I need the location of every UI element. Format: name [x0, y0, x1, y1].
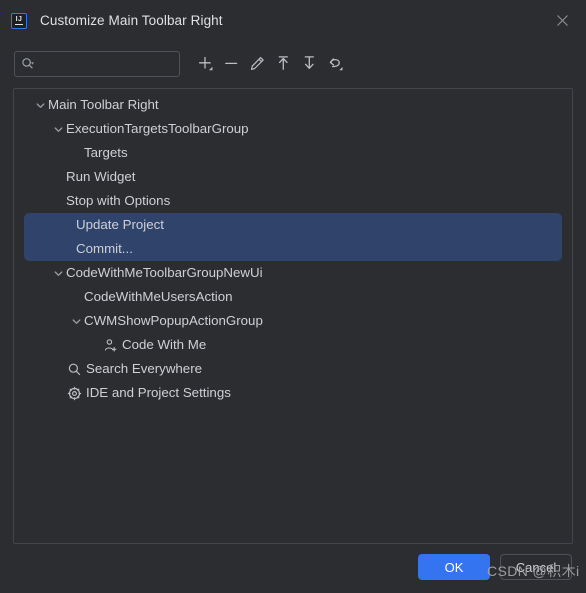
dialog-title: Customize Main Toolbar Right — [40, 13, 223, 28]
tree-row[interactable]: CodeWithMeToolbarGroupNewUi — [14, 261, 572, 285]
tree-row[interactable]: CWMShowPopupActionGroup — [14, 309, 572, 333]
cancel-button[interactable]: Cancel — [500, 554, 572, 580]
tree-row-label: IDE and Project Settings — [86, 385, 231, 400]
edit-button[interactable] — [244, 51, 270, 77]
tree-row[interactable]: Search Everywhere — [14, 357, 572, 381]
restore-button[interactable] — [322, 51, 348, 77]
tree-row[interactable]: Main Toolbar Right — [14, 93, 572, 117]
search-with-dropdown-icon[interactable] — [21, 57, 36, 71]
tree-row[interactable]: Commit... — [24, 237, 562, 261]
chevron-down-icon[interactable] — [68, 313, 84, 329]
tree-row-label: CWMShowPopupActionGroup — [84, 313, 263, 328]
actions-tree-panel[interactable]: Main Toolbar Right ExecutionTargetsToolba… — [13, 88, 573, 544]
user-plus-icon — [102, 337, 118, 353]
tree-selection-group[interactable]: Update Project Commit... — [24, 213, 562, 261]
tree-row[interactable]: ExecutionTargetsToolbarGroup — [14, 117, 572, 141]
tree-row[interactable]: Code With Me — [14, 333, 572, 357]
move-up-button[interactable] — [270, 51, 296, 77]
tree-row[interactable]: Update Project — [24, 213, 562, 237]
toolbar-actions — [192, 51, 348, 77]
dialog-titlebar: IJ Customize Main Toolbar Right — [0, 0, 586, 41]
tree-row-label: Update Project — [76, 217, 164, 232]
search-field[interactable] — [14, 50, 180, 77]
tree-row-label: Code With Me — [122, 337, 207, 352]
tree-row-label: ExecutionTargetsToolbarGroup — [66, 121, 249, 136]
tree-row-label: Stop with Options — [66, 193, 171, 208]
close-icon[interactable] — [546, 5, 578, 37]
tree-row[interactable]: Targets — [14, 141, 572, 165]
dialog-button-row: OK Cancel — [418, 554, 572, 580]
tree-row-label: CodeWithMeUsersAction — [84, 289, 233, 304]
chevron-down-icon[interactable] — [50, 265, 66, 281]
tree-row-label: CodeWithMeToolbarGroupNewUi — [66, 265, 263, 280]
move-down-button[interactable] — [296, 51, 322, 77]
tree-row-label: Targets — [84, 145, 128, 160]
chevron-down-icon[interactable] — [32, 97, 48, 113]
tree-row-label: Main Toolbar Right — [48, 97, 159, 112]
search-input[interactable] — [36, 51, 173, 76]
intellij-idea-logo-icon: IJ — [11, 12, 27, 29]
tree-row[interactable]: IDE and Project Settings — [14, 381, 572, 405]
remove-button[interactable] — [218, 51, 244, 77]
dialog-toolbar — [0, 41, 586, 86]
tree-row[interactable]: CodeWithMeUsersAction — [14, 285, 572, 309]
add-button[interactable] — [192, 51, 218, 77]
tree-row[interactable]: Stop with Options — [14, 189, 572, 213]
search-icon — [66, 361, 82, 377]
ok-button[interactable]: OK — [418, 554, 490, 580]
tree-row-label: Run Widget — [66, 169, 136, 184]
tree-row-label: Search Everywhere — [86, 361, 203, 376]
actions-tree: Main Toolbar Right ExecutionTargetsToolba… — [14, 89, 572, 405]
tree-row[interactable]: Run Widget — [14, 165, 572, 189]
tree-row-label: Commit... — [76, 241, 133, 256]
gear-icon — [66, 385, 82, 401]
chevron-down-icon[interactable] — [50, 121, 66, 137]
